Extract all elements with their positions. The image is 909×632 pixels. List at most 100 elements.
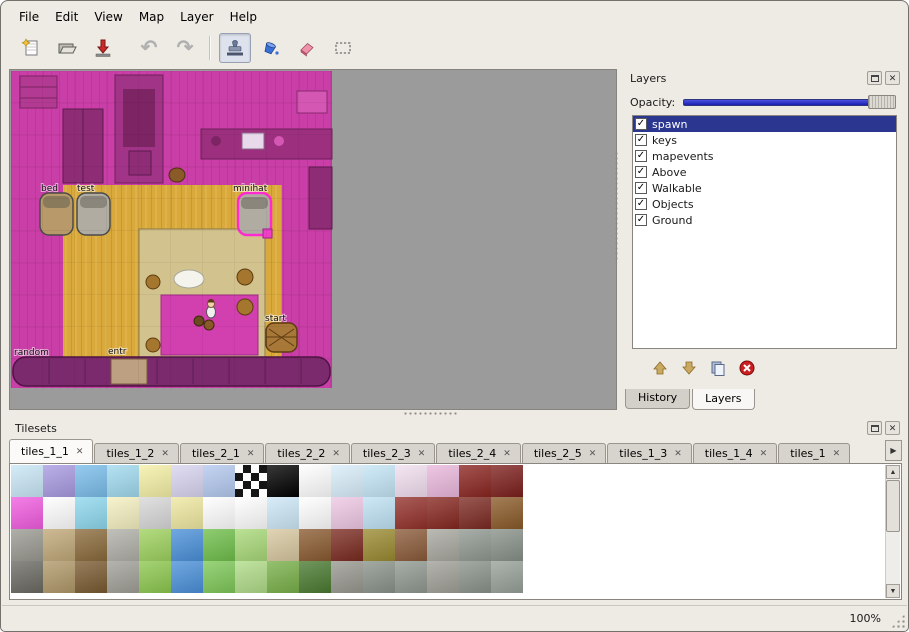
tileset-tile[interactable]	[267, 497, 299, 529]
tileset-tile[interactable]	[395, 465, 427, 497]
tileset-tile[interactable]	[75, 497, 107, 529]
tileset-tile[interactable]	[139, 465, 171, 497]
tileset-tile[interactable]	[331, 561, 363, 593]
tileset-tile[interactable]	[299, 561, 331, 593]
tileset-tab[interactable]: tiles_2_5✕	[522, 443, 606, 463]
tileset-tile[interactable]	[171, 561, 203, 593]
layer-row[interactable]: ✓ spawn	[633, 116, 896, 132]
tileset-tile[interactable]	[363, 497, 395, 529]
tileset-tile[interactable]	[235, 561, 267, 593]
tileset-tile[interactable]	[427, 529, 459, 561]
stamp-brush-button[interactable]	[219, 33, 251, 63]
window-resize-grip[interactable]	[891, 614, 905, 628]
tileset-tile[interactable]	[331, 497, 363, 529]
tab-close-icon[interactable]: ✕	[833, 449, 841, 459]
tileset-tile[interactable]	[11, 497, 43, 529]
menu-view[interactable]: View	[86, 7, 130, 27]
layer-visibility-checkbox[interactable]: ✓	[635, 198, 647, 210]
tileset-tile[interactable]	[171, 497, 203, 529]
tileset-tile[interactable]	[11, 561, 43, 593]
tileset-tab[interactable]: tiles_2_2✕	[265, 443, 349, 463]
tileset-tile[interactable]	[491, 465, 523, 497]
tilesets-close-button[interactable]: ✕	[885, 421, 900, 435]
tileset-tile[interactable]	[395, 497, 427, 529]
tileset-tile[interactable]	[395, 561, 427, 593]
layer-row[interactable]: ✓ mapevents	[633, 148, 896, 164]
tileset-tile[interactable]	[107, 465, 139, 497]
tileset-tile[interactable]	[107, 561, 139, 593]
tileset-tile[interactable]	[203, 561, 235, 593]
duplicate-layer-button[interactable]	[706, 356, 730, 380]
tilesets-float-button[interactable]	[867, 421, 882, 435]
tileset-tile[interactable]	[427, 561, 459, 593]
opacity-slider-handle[interactable]	[868, 95, 896, 109]
tileset-tile[interactable]	[75, 529, 107, 561]
bucket-fill-button[interactable]	[255, 33, 287, 63]
tileset-tile[interactable]	[427, 497, 459, 529]
tileset-tile[interactable]	[75, 561, 107, 593]
tileset-tab[interactable]: tiles_1_1✕	[9, 439, 93, 463]
tab-close-icon[interactable]: ✕	[589, 449, 597, 459]
menu-edit[interactable]: Edit	[47, 7, 86, 27]
tileset-tile[interactable]	[75, 465, 107, 497]
map-canvas[interactable]: bed test minihat start random entr	[10, 70, 616, 409]
tileset-tile[interactable]	[107, 529, 139, 561]
tileset-tile[interactable]	[331, 465, 363, 497]
map-view[interactable]: bed test minihat start random entr	[9, 69, 617, 410]
tileset-tile[interactable]	[107, 497, 139, 529]
menu-file[interactable]: File	[11, 7, 47, 27]
tileset-tile[interactable]	[267, 561, 299, 593]
tileset-tile[interactable]	[235, 529, 267, 561]
scrollbar-down-button[interactable]: ▼	[886, 584, 900, 598]
tab-layers[interactable]: Layers	[692, 389, 754, 410]
tileset-tile[interactable]	[11, 465, 43, 497]
eraser-button[interactable]	[291, 33, 323, 63]
tileset-view[interactable]: ▲ ▼	[9, 463, 902, 600]
tileset-tile[interactable]	[43, 465, 75, 497]
delete-layer-button[interactable]	[735, 356, 759, 380]
tileset-tile[interactable]	[139, 561, 171, 593]
raise-layer-button[interactable]	[648, 356, 672, 380]
tileset-tile[interactable]	[491, 561, 523, 593]
tileset-tile[interactable]	[427, 465, 459, 497]
tileset-tile[interactable]	[267, 529, 299, 561]
tab-close-icon[interactable]: ✕	[674, 449, 682, 459]
tileset-tile[interactable]	[235, 497, 267, 529]
tileset-tile[interactable]	[235, 465, 267, 497]
tileset-tile[interactable]	[331, 529, 363, 561]
horizontal-splitter-handle[interactable]	[403, 411, 459, 417]
tileset-tile[interactable]	[203, 497, 235, 529]
open-file-button[interactable]	[51, 33, 83, 63]
menu-map[interactable]: Map	[131, 7, 172, 27]
tab-close-icon[interactable]: ✕	[247, 449, 255, 459]
layer-visibility-checkbox[interactable]: ✓	[635, 182, 647, 194]
tileset-tile[interactable]	[459, 497, 491, 529]
save-file-button[interactable]	[87, 33, 119, 63]
redo-button[interactable]: ↷	[169, 33, 201, 63]
tab-scroll-right-button[interactable]: ▶	[885, 440, 902, 461]
layer-visibility-checkbox[interactable]: ✓	[635, 118, 647, 130]
lower-layer-button[interactable]	[677, 356, 701, 380]
tileset-tile[interactable]	[171, 465, 203, 497]
tileset-tile[interactable]	[139, 529, 171, 561]
scrollbar-thumb[interactable]	[886, 480, 900, 532]
tileset-tab[interactable]: tiles_1✕	[778, 443, 850, 463]
tab-close-icon[interactable]: ✕	[76, 447, 84, 457]
tileset-scrollbar[interactable]: ▲ ▼	[885, 465, 900, 598]
tileset-tab[interactable]: tiles_2_4✕	[436, 443, 520, 463]
undo-button[interactable]: ↶	[133, 33, 165, 63]
tileset-tile[interactable]	[171, 529, 203, 561]
tileset-tile[interactable]	[203, 465, 235, 497]
scrollbar-up-button[interactable]: ▲	[886, 465, 900, 479]
tileset-tile[interactable]	[459, 561, 491, 593]
tileset-tab[interactable]: tiles_2_3✕	[351, 443, 435, 463]
tileset-tile[interactable]	[43, 497, 75, 529]
tileset-tile[interactable]	[203, 529, 235, 561]
layers-close-button[interactable]: ✕	[885, 71, 900, 85]
layer-row[interactable]: ✓ keys	[633, 132, 896, 148]
tileset-tile[interactable]	[139, 497, 171, 529]
tileset-tile[interactable]	[363, 561, 395, 593]
tileset-tile[interactable]	[11, 529, 43, 561]
rectangular-select-button[interactable]	[327, 33, 359, 63]
opacity-slider[interactable]	[683, 94, 896, 110]
